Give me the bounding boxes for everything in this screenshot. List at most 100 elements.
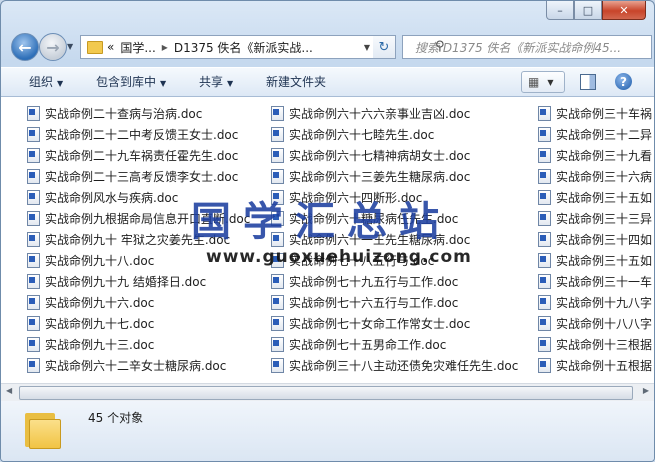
file-list: 实战命例二十查病与治病.doc 实战命例二十二中考反馈王女士.doc 实战命例二十九… <box>1 97 654 383</box>
word-document-icon <box>271 253 284 268</box>
file-item[interactable]: 实战命例二十查病与治病.doc <box>27 103 250 124</box>
file-item[interactable]: 实战命例六十一王先生糖尿病.doc <box>271 229 518 250</box>
file-item[interactable]: 实战命例九十九 结婚择日.doc <box>27 271 250 292</box>
organize-menu[interactable]: 组织 ▼ <box>29 73 63 90</box>
file-item[interactable]: 实战命例九十六.doc <box>27 292 250 313</box>
folder-icon <box>87 40 103 54</box>
chevron-down-icon[interactable]: ▼ <box>364 43 370 52</box>
word-document-icon <box>271 127 284 142</box>
file-item[interactable]: 实战命例三十六病 <box>538 166 652 187</box>
file-item[interactable]: 实战命例六十二辛女士糖尿病.doc <box>27 355 250 376</box>
file-name: 实战命例三十八主动还债免灾难任先生.doc <box>289 359 519 373</box>
file-item[interactable]: 实战命例九十七.doc <box>27 313 250 334</box>
file-item[interactable]: 实战命例三十九看 <box>538 145 652 166</box>
word-document-icon <box>538 169 551 184</box>
close-button[interactable]: ✕ <box>602 1 646 20</box>
file-item[interactable]: 实战命例九十三.doc <box>27 334 250 355</box>
file-name: 实战命例三十四如 <box>556 233 653 247</box>
file-item[interactable]: 实战命例六十六六亲事业吉凶.doc <box>271 103 518 124</box>
file-item[interactable]: 实战命例六十七精神病胡女士.doc <box>271 145 518 166</box>
file-item[interactable]: 实战命例九根据命局信息开口直断.doc <box>27 208 250 229</box>
file-item[interactable]: 实战命例六十四断形.doc <box>271 187 518 208</box>
scroll-right-icon[interactable]: ▶ <box>643 386 649 395</box>
file-name: 实战命例九根据命局信息开口直断.doc <box>45 212 251 226</box>
file-item[interactable]: 实战命例三十二异 <box>538 124 652 145</box>
file-name: 实战命例六十七精神病胡女士.doc <box>289 149 471 163</box>
file-item[interactable]: 实战命例九十 牢狱之灾姜先生.doc <box>27 229 250 250</box>
file-item[interactable]: 实战命例风水与疾病.doc <box>27 187 250 208</box>
file-item[interactable]: 实战命例十九八字 <box>538 292 652 313</box>
search-icon[interactable]: ⚲ <box>435 39 645 54</box>
file-name: 实战命例风水与疾病.doc <box>45 191 179 205</box>
file-item[interactable]: 实战命例三十三异 <box>538 208 652 229</box>
scroll-left-icon[interactable]: ◀ <box>6 386 12 395</box>
change-view-button[interactable]: ▦ ▼ <box>521 71 565 93</box>
chevron-down-icon[interactable]: ▼ <box>547 78 553 87</box>
word-document-icon <box>538 253 551 268</box>
file-name: 实战命例十五根据 <box>556 359 653 373</box>
file-item[interactable]: 实战命例六十糖尿病任先生.doc <box>271 208 518 229</box>
file-name: 实战命例六十七睦先生.doc <box>289 128 435 142</box>
arrow-right-icon[interactable]: → <box>39 33 67 61</box>
horizontal-scrollbar[interactable]: ◀ ▶ <box>1 383 654 401</box>
chevron-down-icon: ▼ <box>57 79 64 88</box>
word-document-icon <box>538 127 551 142</box>
search-input[interactable]: 搜索 D1375 佚名《新派实战命例45... ⚲ <box>402 35 652 59</box>
file-item[interactable]: 实战命例十三根据 <box>538 334 652 355</box>
file-item[interactable]: 实战命例二十三高考反馈李女士.doc <box>27 166 250 187</box>
file-name: 实战命例七十五男命工作.doc <box>289 338 447 352</box>
word-document-icon <box>271 169 284 184</box>
file-item[interactable]: 实战命例七十六五行与工作.doc <box>271 292 518 313</box>
address-bar[interactable]: « 国学... ▸ D1375 佚名《新派实战... ▼ <box>80 35 375 59</box>
new-folder-button[interactable]: 新建文件夹 <box>266 73 326 90</box>
word-document-icon <box>271 316 284 331</box>
file-name: 实战命例三十三异 <box>556 212 653 226</box>
caption-buttons: – □ ✕ <box>546 1 646 21</box>
breadcrumb-item[interactable]: 国学... <box>120 39 155 56</box>
word-document-icon <box>538 232 551 247</box>
maximize-button[interactable]: □ <box>574 1 602 20</box>
file-item[interactable]: 实战命例二十二中考反馈王女士.doc <box>27 124 250 145</box>
word-document-icon <box>27 253 40 268</box>
breadcrumb-overflow[interactable]: « <box>107 40 114 54</box>
file-item[interactable]: 实战命例十八八字 <box>538 313 652 334</box>
preview-pane-icon[interactable] <box>580 74 596 90</box>
navigation-bar: ← → ▼ « 国学... ▸ D1375 佚名《新派实战... ▼ ↻ 搜索 … <box>1 29 654 65</box>
file-item[interactable]: 实战命例三十四如 <box>538 229 652 250</box>
file-item[interactable]: 实战命例七十女命工作常女士.doc <box>271 313 518 334</box>
file-item[interactable]: 实战命例九十八.doc <box>27 250 250 271</box>
file-item[interactable]: 实战命例七十九五行与工作.doc <box>271 271 518 292</box>
word-document-icon <box>271 190 284 205</box>
file-item[interactable]: 实战命例二十九车祸责任霍先生.doc <box>27 145 250 166</box>
file-item[interactable]: 实战命例六十三姜先生糖尿病.doc <box>271 166 518 187</box>
include-in-library-menu[interactable]: 包含到库中 ▼ <box>96 73 166 90</box>
file-item[interactable]: 实战命例七十八五行与.doc <box>271 250 518 271</box>
file-item[interactable]: 实战命例三十一车 <box>538 271 652 292</box>
file-item[interactable]: 实战命例三十五如 <box>538 250 652 271</box>
arrow-left-icon[interactable]: ← <box>11 33 39 61</box>
word-document-icon <box>271 106 284 121</box>
file-item[interactable]: 实战命例七十五男命工作.doc <box>271 334 518 355</box>
breadcrumb-separator-icon[interactable]: ▸ <box>162 40 168 54</box>
file-name: 实战命例六十三姜先生糖尿病.doc <box>289 170 471 184</box>
word-document-icon <box>271 337 284 352</box>
word-document-icon <box>271 274 284 289</box>
file-item[interactable]: 实战命例六十七睦先生.doc <box>271 124 518 145</box>
scrollbar-thumb[interactable] <box>19 386 633 400</box>
file-item[interactable]: 实战命例三十车祸 <box>538 103 652 124</box>
breadcrumb-current[interactable]: D1375 佚名《新派实战... <box>174 39 313 56</box>
word-document-icon <box>27 106 40 121</box>
details-pane: 45 个对象 <box>1 401 654 461</box>
file-name: 实战命例六十四断形.doc <box>289 191 423 205</box>
file-item[interactable]: 实战命例十五根据 <box>538 355 652 376</box>
file-item[interactable]: 实战命例三十五如 <box>538 187 652 208</box>
file-item[interactable]: 实战命例三十八主动还债免灾难任先生.doc <box>271 355 518 376</box>
share-menu[interactable]: 共享 ▼ <box>199 73 233 90</box>
file-name: 实战命例三十五如 <box>556 191 653 205</box>
refresh-icon[interactable]: ↻ <box>373 35 396 59</box>
minimize-button[interactable]: – <box>546 1 574 20</box>
file-name: 实战命例七十女命工作常女士.doc <box>289 317 471 331</box>
help-icon[interactable]: ? <box>615 73 632 90</box>
recent-pages-dropdown-icon[interactable]: ▼ <box>67 42 73 51</box>
command-bar: 组织 ▼ 包含到库中 ▼ 共享 ▼ 新建文件夹 ▦ ▼ ? <box>1 67 654 97</box>
